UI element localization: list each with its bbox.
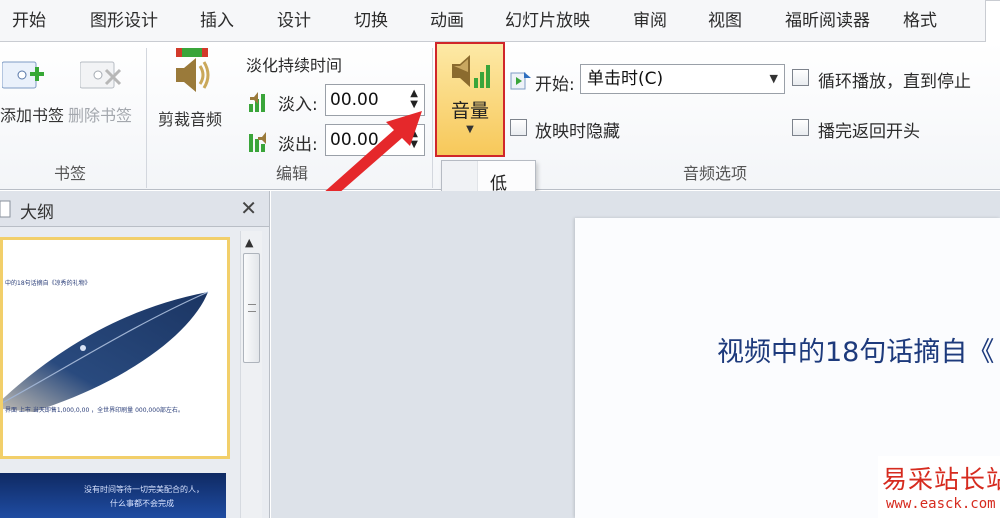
bookmarks-group-label: 书签 <box>53 164 86 183</box>
delete-bookmark-label: 删除书签 <box>68 106 133 125</box>
vertical-scrollbar[interactable]: ▲ <box>240 231 262 518</box>
group-separator <box>432 48 433 188</box>
fade-out-icon <box>249 132 266 152</box>
fade-out-label: 淡出: <box>278 135 318 155</box>
group-separator <box>146 48 147 188</box>
audio-options-group-label: 音频选项 <box>682 164 747 183</box>
watermark-text: 易采站长站 <box>882 465 1000 494</box>
fade-in-value: 00.00 <box>330 90 379 110</box>
close-icon[interactable]: ✕ <box>240 196 257 220</box>
grip-icon <box>248 304 256 312</box>
start-select-value: 单击时(C) <box>587 69 664 89</box>
chevron-down-icon: ▼ <box>769 72 778 85</box>
tab-review[interactable]: 审阅 <box>633 0 667 42</box>
fade-in-spinner[interactable]: ▲ ▼ <box>410 88 418 110</box>
volume-button[interactable]: 音量 ▼ <box>435 42 505 157</box>
hide-during-show-checkbox[interactable] <box>510 119 527 136</box>
pane-tabs: 大纲 ✕ <box>0 191 269 227</box>
add-bookmark-button[interactable]: 添加书签 <box>0 50 64 130</box>
tab-home[interactable]: 开始 <box>12 0 46 42</box>
tab-outline[interactable]: 大纲 <box>20 198 54 223</box>
tab-playback[interactable] <box>985 0 1000 43</box>
rewind-checkbox[interactable] <box>792 119 809 136</box>
slide-title[interactable]: 视频中的18句话摘自《 <box>717 330 994 369</box>
start-label: 开始: <box>535 75 575 95</box>
fade-duration-title: 淡化持续时间 <box>246 56 343 75</box>
delete-bookmark-button[interactable]: 删除书签 <box>68 50 140 130</box>
editing-group-label: 编辑 <box>275 164 308 183</box>
tab-transitions[interactable]: 切换 <box>354 0 388 42</box>
add-bookmark-label: 添加书签 <box>0 106 65 125</box>
add-bookmark-icon <box>2 61 44 89</box>
feather-image <box>3 291 209 412</box>
scroll-up-icon[interactable]: ▲ <box>245 236 253 249</box>
rewind-label: 播完返回开头 <box>818 122 920 142</box>
ribbon-tab-bar: 开始 图形设计 插入 设计 切换 动画 幻灯片放映 审阅 视图 福昕阅读器 格式 <box>0 0 1000 43</box>
slide-thumbnail-1[interactable]: 中的18句话摘自《凉秀的礼物》 界面 上市 当天即售1,000,0,00 ，全世… <box>0 237 230 459</box>
loop-checkbox[interactable] <box>792 69 809 86</box>
scrollbar-thumb[interactable] <box>243 253 260 363</box>
tab-graphic-design[interactable]: 图形设计 <box>90 0 158 42</box>
volume-label: 音量 <box>450 100 489 122</box>
tab-insert[interactable]: 插入 <box>200 0 234 42</box>
start-icon <box>510 72 531 90</box>
thumbnail-text-line-1: 没有时间等待一切完美配合的人， <box>84 485 204 494</box>
speaker-volume-icon <box>452 55 490 88</box>
tab-format[interactable]: 格式 <box>903 0 979 42</box>
watermark-url: www.easck.com <box>886 496 996 512</box>
delete-bookmark-icon <box>80 61 122 89</box>
fade-in-label: 淡入: <box>278 95 318 115</box>
tab-slideshow[interactable]: 幻灯片放映 <box>505 0 590 42</box>
tab-view[interactable]: 视图 <box>708 0 742 42</box>
hide-during-show-label: 放映时隐藏 <box>535 122 620 142</box>
slides-tab-icon[interactable] <box>0 199 12 219</box>
watermark-logo: 易采站长站 www.easck.com <box>878 456 1000 518</box>
tab-animations[interactable]: 动画 <box>430 0 464 42</box>
annotation-arrow-icon <box>322 111 422 201</box>
slide-thumbnail-2[interactable]: 没有时间等待一切完美配合的人， 什么事都不会完成 <box>0 473 226 518</box>
thumbnail-body: 界面 上市 当天即售1,000,0,00 ，全世界印刷量 000,000部左右。 <box>5 407 184 414</box>
fade-in-icon <box>249 92 265 112</box>
start-select[interactable]: 单击时(C) ▼ <box>580 64 785 94</box>
trim-audio-icon <box>176 48 210 92</box>
slides-pane: 大纲 ✕ 中的18句话摘自《凉秀的礼物》 界面 上市 当天即售1,000,0,0… <box>0 191 270 518</box>
tab-design[interactable]: 设计 <box>277 0 311 42</box>
loop-label: 循环播放，直到停止 <box>818 72 971 92</box>
trim-audio-label: 剪裁音频 <box>158 110 223 129</box>
chevron-down-icon: ▼ <box>466 124 474 135</box>
thumbnail-text-line-2: 什么事都不会完成 <box>110 499 174 508</box>
tab-foxit-reader[interactable]: 福昕阅读器 <box>785 0 870 42</box>
trim-audio-button[interactable]: 剪裁音频 <box>152 46 234 130</box>
